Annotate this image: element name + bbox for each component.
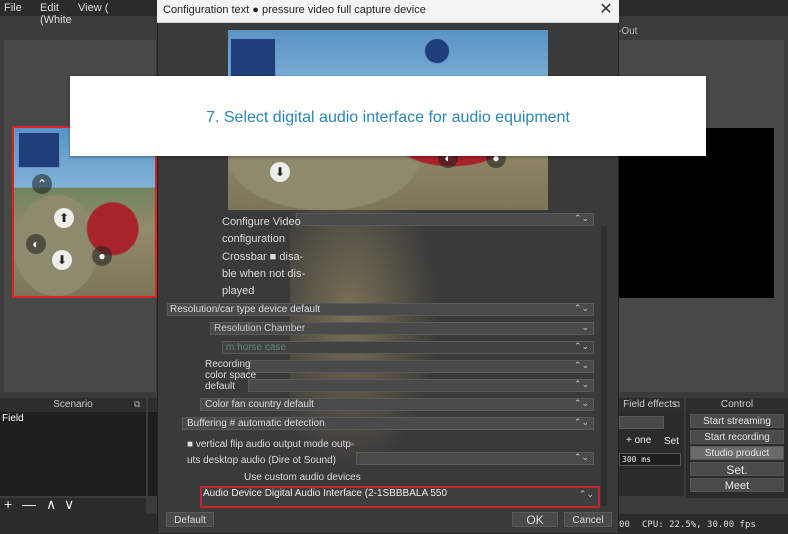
settings-button[interactable]: Set.: [690, 462, 784, 477]
dialog-title: Configuration text ● pressure video full…: [163, 4, 426, 16]
cancel-button[interactable]: Cancel: [564, 512, 612, 527]
scenario-dock-title: Scenario: [0, 398, 146, 412]
game-up-icon: ⌃: [32, 174, 52, 194]
dock-float-icon[interactable]: ⧉: [674, 399, 684, 409]
default-button[interactable]: Default: [166, 512, 214, 527]
move-down-icon[interactable]: ∨: [64, 496, 74, 513]
properties-scrollbar[interactable]: [601, 226, 607, 506]
add-scene-icon[interactable]: +: [4, 496, 12, 512]
audio-output-mode-label[interactable]: ■ vertical flip audio output mode outp- …: [187, 437, 354, 469]
cpu-status: CPU: 22.5%, 30.00 fps: [642, 520, 756, 530]
use-custom-audio-checkbox[interactable]: Use custom audio devices: [244, 472, 361, 484]
video-format-select[interactable]: ⌃⌄: [248, 360, 594, 373]
color-space-select[interactable]: ⌃⌄: [248, 379, 594, 392]
resolution-type-label: Resolution/car type device default: [170, 304, 321, 315]
add-transition-button[interactable]: + one: [626, 435, 651, 446]
scenes-list: [0, 412, 146, 496]
configure-video-label[interactable]: Configure Video configuration: [222, 214, 301, 248]
color-range-label: Color fan country default: [205, 399, 314, 410]
crossbar-label[interactable]: Crossbar ■ disa- ble when not dis- playe…: [222, 249, 305, 300]
game-down-icon: ⬇: [52, 250, 72, 270]
close-icon[interactable]: ✕: [598, 2, 614, 18]
remove-scene-icon[interactable]: —: [22, 496, 36, 512]
scene-item[interactable]: Field: [2, 413, 24, 424]
buffering-label: Buffering # automatic detection: [187, 418, 325, 429]
menu-file[interactable]: File: [4, 2, 22, 14]
resolution-label: Resolution Chamber: [214, 323, 306, 334]
status-left-fragment: 00: [619, 520, 630, 530]
game-hud-panel: [230, 38, 276, 80]
fps-label: m horse case: [226, 342, 287, 353]
menu-view[interactable]: View (: [78, 2, 108, 14]
program-label: -Out: [618, 26, 638, 37]
menu-edit[interactable]: Edit (White: [40, 2, 72, 26]
transition-duration-field[interactable]: 300 ms: [619, 453, 681, 466]
ok-button[interactable]: OK: [512, 512, 558, 527]
game-crouch-icon: ◐: [26, 234, 46, 254]
game-down-icon: ⬇: [270, 162, 290, 182]
game-minimap-icon: [424, 38, 450, 64]
game-hud-panel: [18, 132, 60, 168]
dock-float-icon[interactable]: ⧉: [134, 399, 144, 409]
scene-toolbar: + — ∧ ∨: [0, 496, 146, 514]
transition-settings-button[interactable]: Set: [664, 436, 679, 447]
control-dock-title: Control: [686, 398, 788, 412]
audio-device-value: Audio Device Digital Audio Interface (2-…: [203, 488, 448, 499]
transition-select[interactable]: [619, 416, 664, 429]
audio-output-mode-select[interactable]: ⌃⌄: [356, 452, 594, 465]
start-streaming-button[interactable]: Start streaming: [690, 414, 784, 428]
instruction-text: 7. Select digital audio interface for au…: [206, 109, 570, 126]
device-select[interactable]: ⌃⌄: [296, 213, 594, 226]
studio-mode-button[interactable]: Studio product: [690, 446, 784, 460]
start-recording-button[interactable]: Start recording: [690, 430, 784, 444]
move-up-icon[interactable]: ∧: [46, 496, 56, 513]
game-prone-icon: ●: [92, 246, 112, 266]
game-jump-icon: ⬆: [54, 208, 74, 228]
focus-glow: [290, 210, 440, 470]
exit-button[interactable]: Meet: [690, 478, 784, 492]
